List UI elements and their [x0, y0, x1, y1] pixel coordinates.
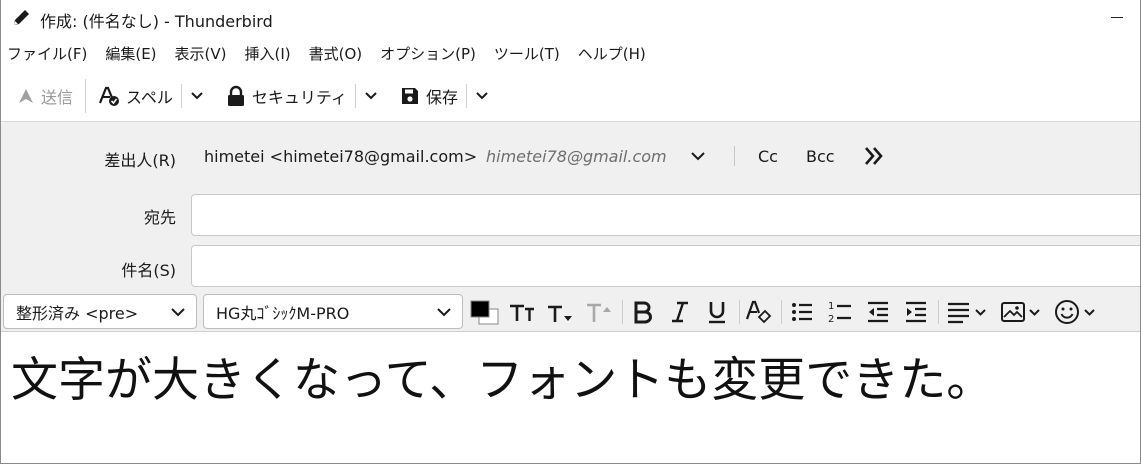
text-size-button[interactable] — [585, 297, 615, 327]
color-swatch-icon — [470, 300, 499, 325]
menu-file[interactable]: ファイル(F) — [7, 43, 87, 64]
indent-icon — [906, 301, 926, 323]
from-row: 差出人(R) himetei <himetei78@gmail.com> him… — [1, 140, 1140, 172]
double-chevron-right-icon[interactable] — [863, 145, 887, 167]
compose-window: 作成: (件名なし) - Thunderbird ファイル(F) 編集(E) 表… — [0, 0, 1141, 464]
minimize-button[interactable] — [1108, 8, 1126, 26]
cc-button[interactable]: Cc — [758, 147, 778, 166]
send-button[interactable]: 送信 — [13, 79, 77, 113]
bullet-list-icon — [792, 303, 812, 321]
italic-icon — [672, 301, 688, 323]
underline-button[interactable] — [703, 297, 731, 327]
security-dropdown-button[interactable] — [360, 79, 382, 113]
to-label: 宛先 — [143, 208, 176, 227]
from-identity[interactable]: himetei78@gmail.com — [486, 147, 667, 166]
from-address[interactable]: himetei <himetei78@gmail.com> — [204, 147, 477, 166]
toolbar-separator — [180, 83, 182, 108]
message-body-text: 文字が大きくなって、フォントも変更できた。 — [11, 353, 994, 408]
chevron-down-icon — [171, 308, 185, 317]
italic-button[interactable] — [666, 297, 694, 327]
remove-formatting-button[interactable] — [744, 297, 774, 327]
spellcheck-icon — [98, 86, 120, 106]
underline-icon — [709, 302, 725, 324]
bulleted-list-button[interactable] — [788, 297, 816, 327]
chevron-down-icon — [476, 91, 488, 99]
menu-insert[interactable]: 挿入(I) — [245, 43, 291, 64]
spell-button[interactable]: スペル — [94, 79, 177, 113]
subject-input[interactable] — [191, 245, 1140, 287]
format-separator — [622, 300, 623, 324]
numbered-list-button[interactable]: 1 2 — [826, 297, 854, 327]
spell-dropdown-button[interactable] — [186, 79, 208, 113]
font-select[interactable]: HG丸ｺﾞｼｯｸM-PRO — [203, 294, 463, 329]
outdent-icon — [868, 301, 888, 323]
align-button[interactable] — [945, 297, 989, 327]
header-separator — [734, 146, 735, 166]
text-color-picker[interactable] — [469, 297, 501, 327]
menu-tools[interactable]: ツール(T) — [494, 43, 560, 64]
menu-edit[interactable]: 編集(E) — [105, 43, 156, 64]
menu-bar: ファイル(F) 編集(E) 表示(V) 挿入(I) 書式(O) オプション(P)… — [1, 38, 1140, 68]
message-body-editor[interactable]: 文字が大きくなって、フォントも変更できた。 — [1, 333, 1140, 463]
format-separator — [938, 300, 939, 324]
increase-font-size-button[interactable] — [508, 297, 538, 327]
subject-row: 件名(S) — [1, 245, 1140, 287]
send-label: 送信 — [41, 87, 74, 107]
image-icon — [1001, 302, 1040, 322]
insert-image-button[interactable] — [999, 297, 1043, 327]
menu-format[interactable]: 書式(O) — [309, 43, 363, 64]
send-icon — [19, 88, 33, 103]
lock-icon — [227, 85, 244, 106]
title-bar: 作成: (件名なし) - Thunderbird — [1, 0, 1140, 36]
menu-options[interactable]: オプション(P) — [380, 43, 476, 64]
font-value: HG丸ｺﾞｼｯｸM-PRO — [216, 303, 350, 323]
format-separator — [781, 300, 782, 324]
window-title: 作成: (件名なし) - Thunderbird — [40, 12, 273, 31]
indent-button[interactable] — [902, 297, 930, 327]
align-left-icon — [948, 302, 986, 324]
spell-label: スペル — [126, 87, 173, 107]
compose-header: 差出人(R) himetei <himetei78@gmail.com> him… — [1, 124, 1140, 292]
font-size-smaller-icon — [548, 305, 572, 322]
chevron-down-icon[interactable] — [688, 146, 708, 166]
format-toolbar: 整形済み <pre> HG丸ｺﾞｼｯｸM-PRO 1 2 — [1, 292, 1140, 332]
menu-help[interactable]: ヘルプ(H) — [578, 43, 646, 64]
menu-view[interactable]: 表示(V) — [175, 43, 227, 64]
numbered-list-icon: 1 2 — [828, 301, 851, 325]
smiley-icon — [1055, 300, 1095, 324]
chevron-down-icon — [191, 91, 203, 99]
svg-text:1: 1 — [828, 301, 834, 312]
insert-emoji-button[interactable] — [1053, 297, 1099, 327]
bcc-button[interactable]: Bcc — [806, 147, 835, 166]
paragraph-format-select[interactable]: 整形済み <pre> — [3, 294, 197, 329]
security-button[interactable]: セキュリティ — [222, 79, 351, 113]
toolbar-separator — [354, 83, 356, 108]
chevron-down-icon — [365, 91, 377, 99]
security-label: セキュリティ — [251, 87, 347, 107]
from-label: 差出人(R) — [104, 151, 176, 170]
outdent-button[interactable] — [864, 297, 892, 327]
paragraph-format-value: 整形済み <pre> — [16, 303, 139, 323]
compose-toolbar: 送信 スペル セキュリティ 保存 — [1, 70, 1140, 122]
subject-label: 件名(S) — [121, 261, 176, 280]
save-icon — [401, 87, 418, 104]
eraser-icon — [745, 300, 772, 324]
toolbar-separator — [465, 83, 467, 108]
pencil-icon — [14, 10, 29, 25]
decrease-font-size-button[interactable] — [546, 297, 576, 327]
chevron-down-icon — [437, 308, 451, 317]
format-separator — [739, 300, 740, 324]
font-size-larger-icon — [510, 304, 534, 321]
svg-text:2: 2 — [828, 314, 834, 325]
save-label: 保存 — [425, 87, 458, 107]
bold-icon — [634, 301, 652, 324]
font-size-icon — [587, 303, 611, 322]
toolbar-separator — [85, 78, 87, 113]
bold-button[interactable] — [629, 297, 657, 327]
to-input[interactable] — [191, 194, 1140, 236]
save-dropdown-button[interactable] — [471, 79, 493, 113]
save-button[interactable]: 保存 — [396, 79, 462, 113]
to-row: 宛先 — [1, 194, 1140, 236]
